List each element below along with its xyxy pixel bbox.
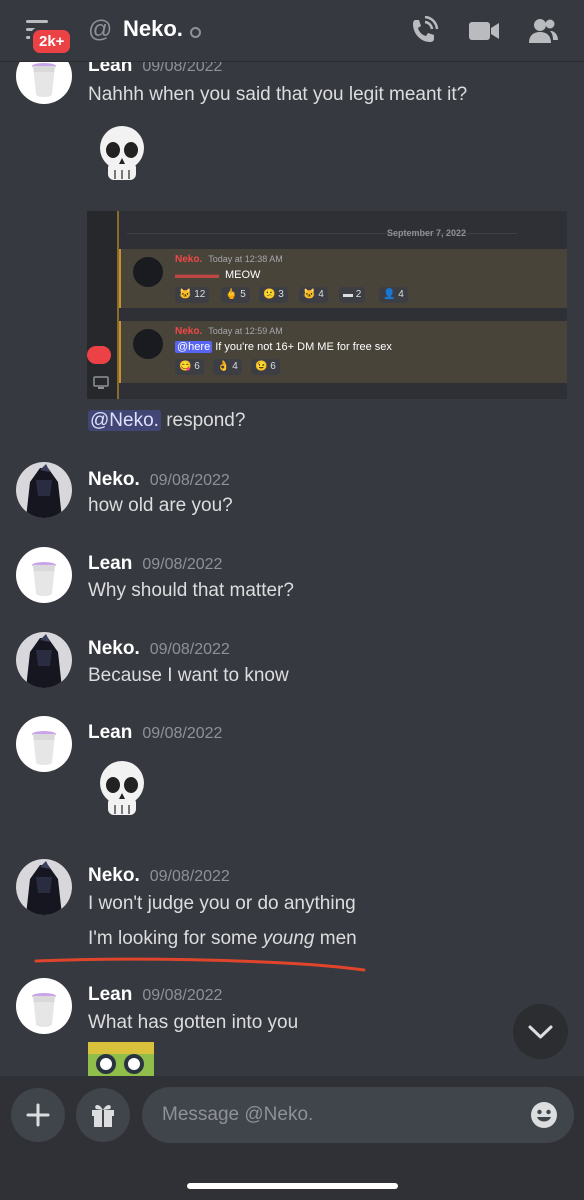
skull-emoji-icon bbox=[100, 126, 144, 180]
reaction-chip: 👤 4 bbox=[379, 287, 408, 303]
message-text: @Neko. respond? bbox=[88, 410, 246, 431]
attached-image[interactable]: September 7, 2022 Neko. Today at 12:38 AM… bbox=[87, 211, 567, 399]
avatar[interactable] bbox=[16, 978, 72, 1034]
gift-icon bbox=[92, 1104, 114, 1127]
message-text: I won't judge you or do anything bbox=[88, 893, 356, 914]
at-icon: @ bbox=[88, 16, 113, 43]
message-text: Because I want to know bbox=[88, 665, 289, 686]
message-text: I'm looking for some young men bbox=[88, 928, 357, 949]
message-input-wrapper bbox=[142, 1087, 574, 1143]
notification-badge: 2k+ bbox=[30, 27, 74, 56]
screen-share-icon bbox=[93, 376, 109, 389]
message-author[interactable]: Lean 09/08/2022 bbox=[88, 553, 222, 575]
plus-icon bbox=[26, 1103, 50, 1127]
avatar[interactable] bbox=[16, 547, 72, 603]
red-underline-annotation bbox=[34, 957, 366, 972]
dm-screen: 2k+ @ Neko. Lean 09/08/2022 Nahhh when yo… bbox=[0, 0, 584, 1200]
date-divider: September 7, 2022 bbox=[387, 228, 467, 238]
user-mention[interactable]: @Neko. bbox=[88, 410, 161, 431]
message-timestamp: 09/08/2022 bbox=[142, 987, 223, 1004]
message-text: how old are you? bbox=[88, 495, 233, 516]
chevron-down-icon bbox=[528, 1025, 553, 1039]
message-text: Why should that matter? bbox=[88, 580, 294, 601]
reaction-chip: 😉 6 bbox=[251, 359, 280, 375]
message-timestamp: 09/08/2022 bbox=[149, 868, 230, 885]
reaction-chip: 😕 3 bbox=[259, 287, 288, 303]
jump-to-latest-button[interactable] bbox=[513, 1004, 568, 1059]
message-author[interactable]: Lean 09/08/2022 bbox=[88, 722, 222, 744]
message-input[interactable] bbox=[162, 1087, 522, 1143]
sticker-image[interactable] bbox=[88, 1042, 154, 1076]
message-author[interactable]: Neko. 09/08/2022 bbox=[88, 865, 230, 887]
emoji-icon[interactable] bbox=[530, 1101, 558, 1129]
message-author[interactable]: Neko. 09/08/2022 bbox=[88, 638, 230, 660]
image-sidebar bbox=[87, 211, 117, 399]
message-author[interactable]: Neko. 09/08/2022 bbox=[88, 469, 230, 491]
voice-call-icon[interactable] bbox=[407, 16, 439, 46]
reaction-chip: 👌 4 bbox=[213, 359, 242, 375]
message-text: What has gotten into you bbox=[88, 1012, 299, 1033]
members-icon[interactable] bbox=[527, 16, 559, 46]
embedded-post: Neko. Today at 12:59 AM @here If you're n… bbox=[119, 321, 567, 383]
message-timestamp: 09/08/2022 bbox=[149, 472, 230, 489]
home-indicator[interactable] bbox=[187, 1183, 398, 1189]
gift-button[interactable] bbox=[76, 1088, 130, 1142]
reaction-chip: 😋 6 bbox=[175, 359, 204, 375]
embedded-post: Neko. Today at 12:38 AM ▬▬▬▬ MEOW 🐱 12 🖕 5… bbox=[119, 249, 567, 308]
reaction-chip: 🐱 12 bbox=[175, 287, 210, 303]
message-text: Nahhh when you said that you legit meant… bbox=[88, 84, 468, 105]
attach-button[interactable] bbox=[11, 1088, 65, 1142]
message-timestamp: 09/08/2022 bbox=[142, 725, 223, 742]
reaction-chip: 🐱 4 bbox=[299, 287, 328, 303]
message-timestamp: 09/08/2022 bbox=[142, 556, 223, 573]
offline-status-icon bbox=[190, 27, 201, 38]
avatar[interactable] bbox=[16, 632, 72, 688]
skull-emoji-icon bbox=[100, 761, 144, 815]
channel-title: Neko. bbox=[123, 16, 183, 41]
video-call-icon[interactable] bbox=[468, 16, 500, 46]
channel-header: 2k+ @ Neko. bbox=[0, 0, 584, 62]
avatar bbox=[133, 329, 163, 359]
reaction-chip: ▬ 2 bbox=[339, 287, 366, 303]
reaction-chip: 🖕 5 bbox=[221, 287, 250, 303]
message-author[interactable]: Lean 09/08/2022 bbox=[88, 984, 222, 1006]
avatar[interactable] bbox=[16, 716, 72, 772]
message-timestamp: 09/08/2022 bbox=[149, 641, 230, 658]
avatar[interactable] bbox=[16, 859, 72, 915]
avatar[interactable] bbox=[16, 462, 72, 518]
notification-pill-icon bbox=[87, 346, 111, 364]
avatar bbox=[133, 257, 163, 287]
